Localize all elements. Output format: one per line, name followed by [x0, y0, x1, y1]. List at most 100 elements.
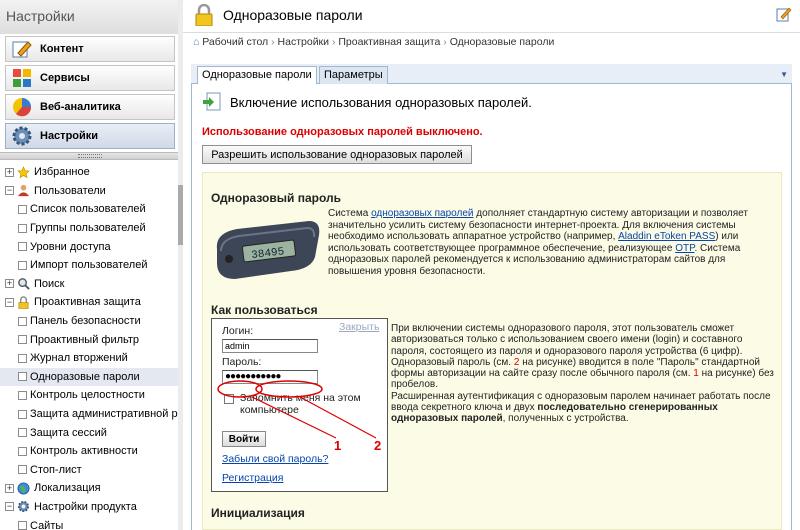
- login-label: Логин:: [222, 325, 254, 337]
- aladdin-link[interactable]: Aladdin eToken PASS: [618, 231, 715, 242]
- tree-item-user-list[interactable]: Список пользователей: [0, 200, 178, 219]
- tree-item-label: Одноразовые пароли: [30, 370, 140, 383]
- page-title: Одноразовые пароли: [223, 7, 363, 23]
- tab-panel: Включение использования одноразовых паро…: [191, 84, 792, 530]
- breadcrumb-settings[interactable]: Настройки: [278, 36, 330, 48]
- password-input[interactable]: ●●●●●●●●●●●: [222, 370, 318, 384]
- tree-item-label: Пользователи: [34, 184, 106, 197]
- expand-icon[interactable]: +: [5, 483, 14, 493]
- menu-button-analytics[interactable]: Веб-аналитика: [5, 94, 175, 120]
- tab-parameters[interactable]: Параметры: [319, 66, 388, 84]
- services-icon: [13, 69, 31, 87]
- star-icon: [17, 166, 30, 178]
- tree-item-label: Локализация: [34, 482, 101, 495]
- tree-item-label: Поиск: [34, 277, 65, 290]
- admin-sidebar: Настройки Контент Сервисы Веб-аналитика …: [0, 0, 182, 530]
- tree-item-label: Уровни доступа: [30, 240, 111, 253]
- menu-button-label: Веб-аналитика: [40, 101, 121, 113]
- breadcrumb-home[interactable]: Рабочий стол: [202, 36, 268, 48]
- page-icon: [18, 223, 27, 233]
- search-icon: [18, 278, 30, 291]
- menu-button-label: Настройки: [40, 130, 99, 142]
- gear-icon: [17, 501, 30, 513]
- remember-label: Запомнить меня на этом компьютере: [240, 392, 361, 416]
- tree-item-proactive-filter[interactable]: Проактивный фильтр: [0, 330, 178, 349]
- enable-otp-button[interactable]: Разрешить использование одноразовых паро…: [202, 145, 472, 164]
- tree-item-label: Настройки продукта: [34, 500, 137, 513]
- tree-item-search[interactable]: + Поиск: [0, 275, 178, 294]
- login-submit-button[interactable]: Войти: [222, 431, 266, 447]
- tree-item-product-settings[interactable]: − Настройки продукта: [0, 498, 178, 517]
- page-icon: [18, 242, 27, 252]
- page-icon: [18, 409, 27, 419]
- page-icon: [18, 260, 27, 270]
- section-title-text: Включение использования одноразовых паро…: [230, 94, 532, 110]
- tree-item-label: Контроль целостности: [30, 389, 145, 402]
- login-input[interactable]: admin: [222, 339, 318, 353]
- tree-item-label: Проактивная защита: [34, 296, 141, 309]
- breadcrumb-separator: ›: [271, 36, 275, 48]
- otp-info-box: Одноразовый пароль 38495 Система однораз…: [202, 172, 782, 530]
- tree-item-intrusion-log[interactable]: Журнал вторжений: [0, 349, 178, 368]
- tree-item-proactive[interactable]: − Проактивная защита: [0, 293, 178, 312]
- tree-item-localization[interactable]: + Локализация: [0, 479, 178, 498]
- tree-item-user-import[interactable]: Импорт пользователей: [0, 256, 178, 275]
- otp-standard-link[interactable]: OTP: [675, 243, 694, 254]
- main-content: Одноразовые пароли ⌂ Рабочий стол › Наст…: [183, 0, 800, 530]
- tree-item-stop-list[interactable]: Стоп-лист: [0, 461, 178, 480]
- close-link[interactable]: Закрыть: [339, 321, 379, 333]
- menu-button-content[interactable]: Контент: [5, 36, 175, 62]
- page-icon: [18, 465, 27, 475]
- tree-item-security-panel[interactable]: Панель безопасности: [0, 312, 178, 331]
- tree-item-label: Защита сессий: [30, 426, 107, 439]
- breadcrumb-current: Одноразовые пароли: [449, 36, 555, 48]
- panel-splitter[interactable]: [0, 152, 181, 160]
- tree-item-user-groups[interactable]: Группы пользователей: [0, 219, 178, 238]
- page-icon: [18, 428, 27, 438]
- page-icon: [18, 446, 27, 456]
- collapse-icon[interactable]: −: [5, 297, 14, 307]
- tree-item-admin-protection[interactable]: Защита административной разд: [0, 405, 178, 424]
- sidebar-title: Настройки: [0, 0, 181, 34]
- globe-icon: [17, 482, 30, 495]
- breadcrumb-separator: ›: [331, 36, 336, 48]
- forgot-password-link[interactable]: Забыли свой пароль?: [222, 453, 328, 465]
- how-text: , полученных с устройства.: [502, 413, 629, 425]
- tab-otp[interactable]: Одноразовые пароли: [197, 66, 317, 85]
- tree-item-sites[interactable]: Сайты: [0, 516, 178, 530]
- register-link[interactable]: Регистрация: [222, 472, 283, 484]
- how-to-text: При включении системы одноразового парол…: [391, 323, 776, 425]
- tree-item-label: Группы пользователей: [30, 222, 146, 235]
- pencil-icon: [12, 41, 32, 58]
- tree-item-access-levels[interactable]: Уровни доступа: [0, 237, 178, 256]
- status-warning: Использование одноразовых паролей выключ…: [202, 126, 483, 138]
- breadcrumb-proactive[interactable]: Проактивная защита: [338, 36, 440, 48]
- expand-icon[interactable]: +: [5, 279, 14, 289]
- page-icon: [18, 316, 27, 326]
- tree-item-users[interactable]: − Пользователи: [0, 182, 178, 201]
- menu-button-services[interactable]: Сервисы: [5, 65, 175, 91]
- expand-icon[interactable]: +: [5, 167, 14, 177]
- remember-checkbox[interactable]: [224, 394, 234, 404]
- otp-link[interactable]: одноразовых паролей: [371, 208, 473, 219]
- otp-heading: Одноразовый пароль: [211, 191, 341, 205]
- collapse-icon[interactable]: −: [5, 502, 14, 512]
- page-arrow-icon: [203, 92, 221, 111]
- page-icon: [18, 335, 27, 345]
- tree-item-integrity[interactable]: Контроль целостности: [0, 386, 178, 405]
- how-to-heading: Как пользоваться: [211, 303, 318, 317]
- menu-button-label: Сервисы: [40, 72, 90, 84]
- collapse-icon[interactable]: −: [5, 186, 14, 196]
- menu-button-settings[interactable]: Настройки: [5, 123, 175, 149]
- tree-item-session-protection[interactable]: Защита сессий: [0, 423, 178, 442]
- tree-item-label: Панель безопасности: [30, 315, 141, 328]
- login-form-illustration: Логин: Закрыть admin Пароль: ●●●●●●●●●●●…: [211, 318, 388, 492]
- tree-item-otp[interactable]: Одноразовые пароли: [0, 367, 178, 387]
- tab-bar: Одноразовые пароли Параметры ▼: [191, 64, 792, 85]
- edit-page-icon[interactable]: [776, 6, 792, 22]
- page-icon: [18, 372, 27, 382]
- tree-item-favorites[interactable]: + Избранное: [0, 163, 178, 182]
- settings-tree: + Избранное − Пользователи Список пользова…: [0, 163, 178, 530]
- tree-item-activity-control[interactable]: Контроль активности: [0, 442, 178, 461]
- chevron-down-icon[interactable]: ▼: [780, 70, 788, 79]
